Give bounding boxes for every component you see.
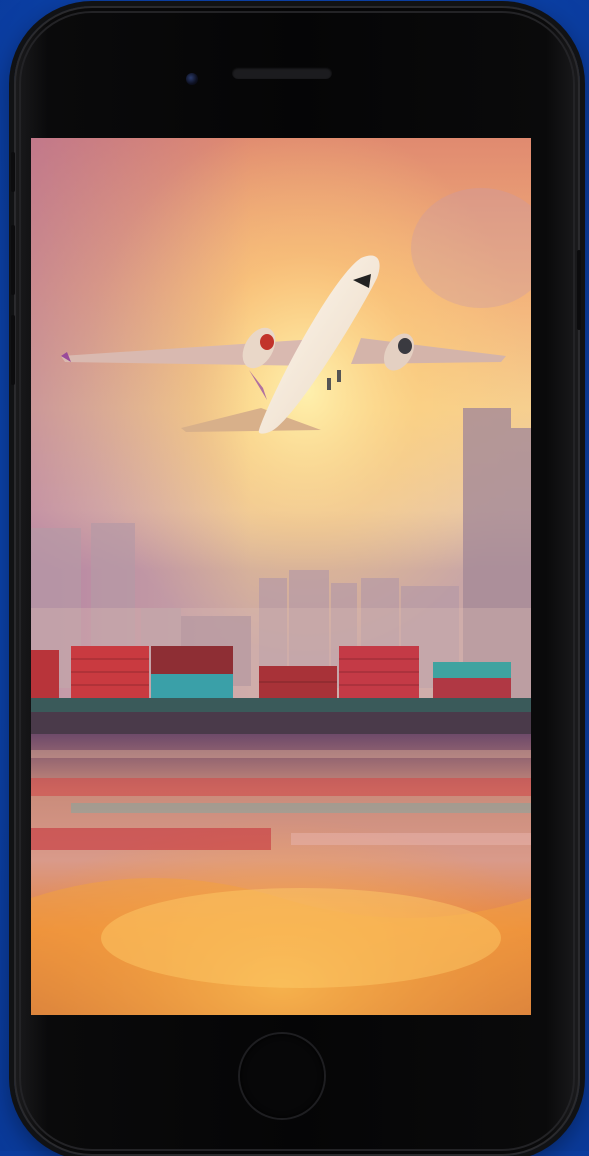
earpiece-speaker bbox=[232, 67, 332, 79]
home-button[interactable] bbox=[240, 1034, 324, 1118]
phone-mute-switch bbox=[11, 152, 15, 192]
phone-power-button bbox=[577, 250, 581, 330]
phone-volume-down bbox=[11, 315, 15, 385]
front-camera bbox=[186, 73, 198, 85]
phone-volume-up bbox=[11, 225, 15, 295]
scene-image bbox=[31, 138, 531, 1015]
phone-screen bbox=[31, 138, 531, 1015]
